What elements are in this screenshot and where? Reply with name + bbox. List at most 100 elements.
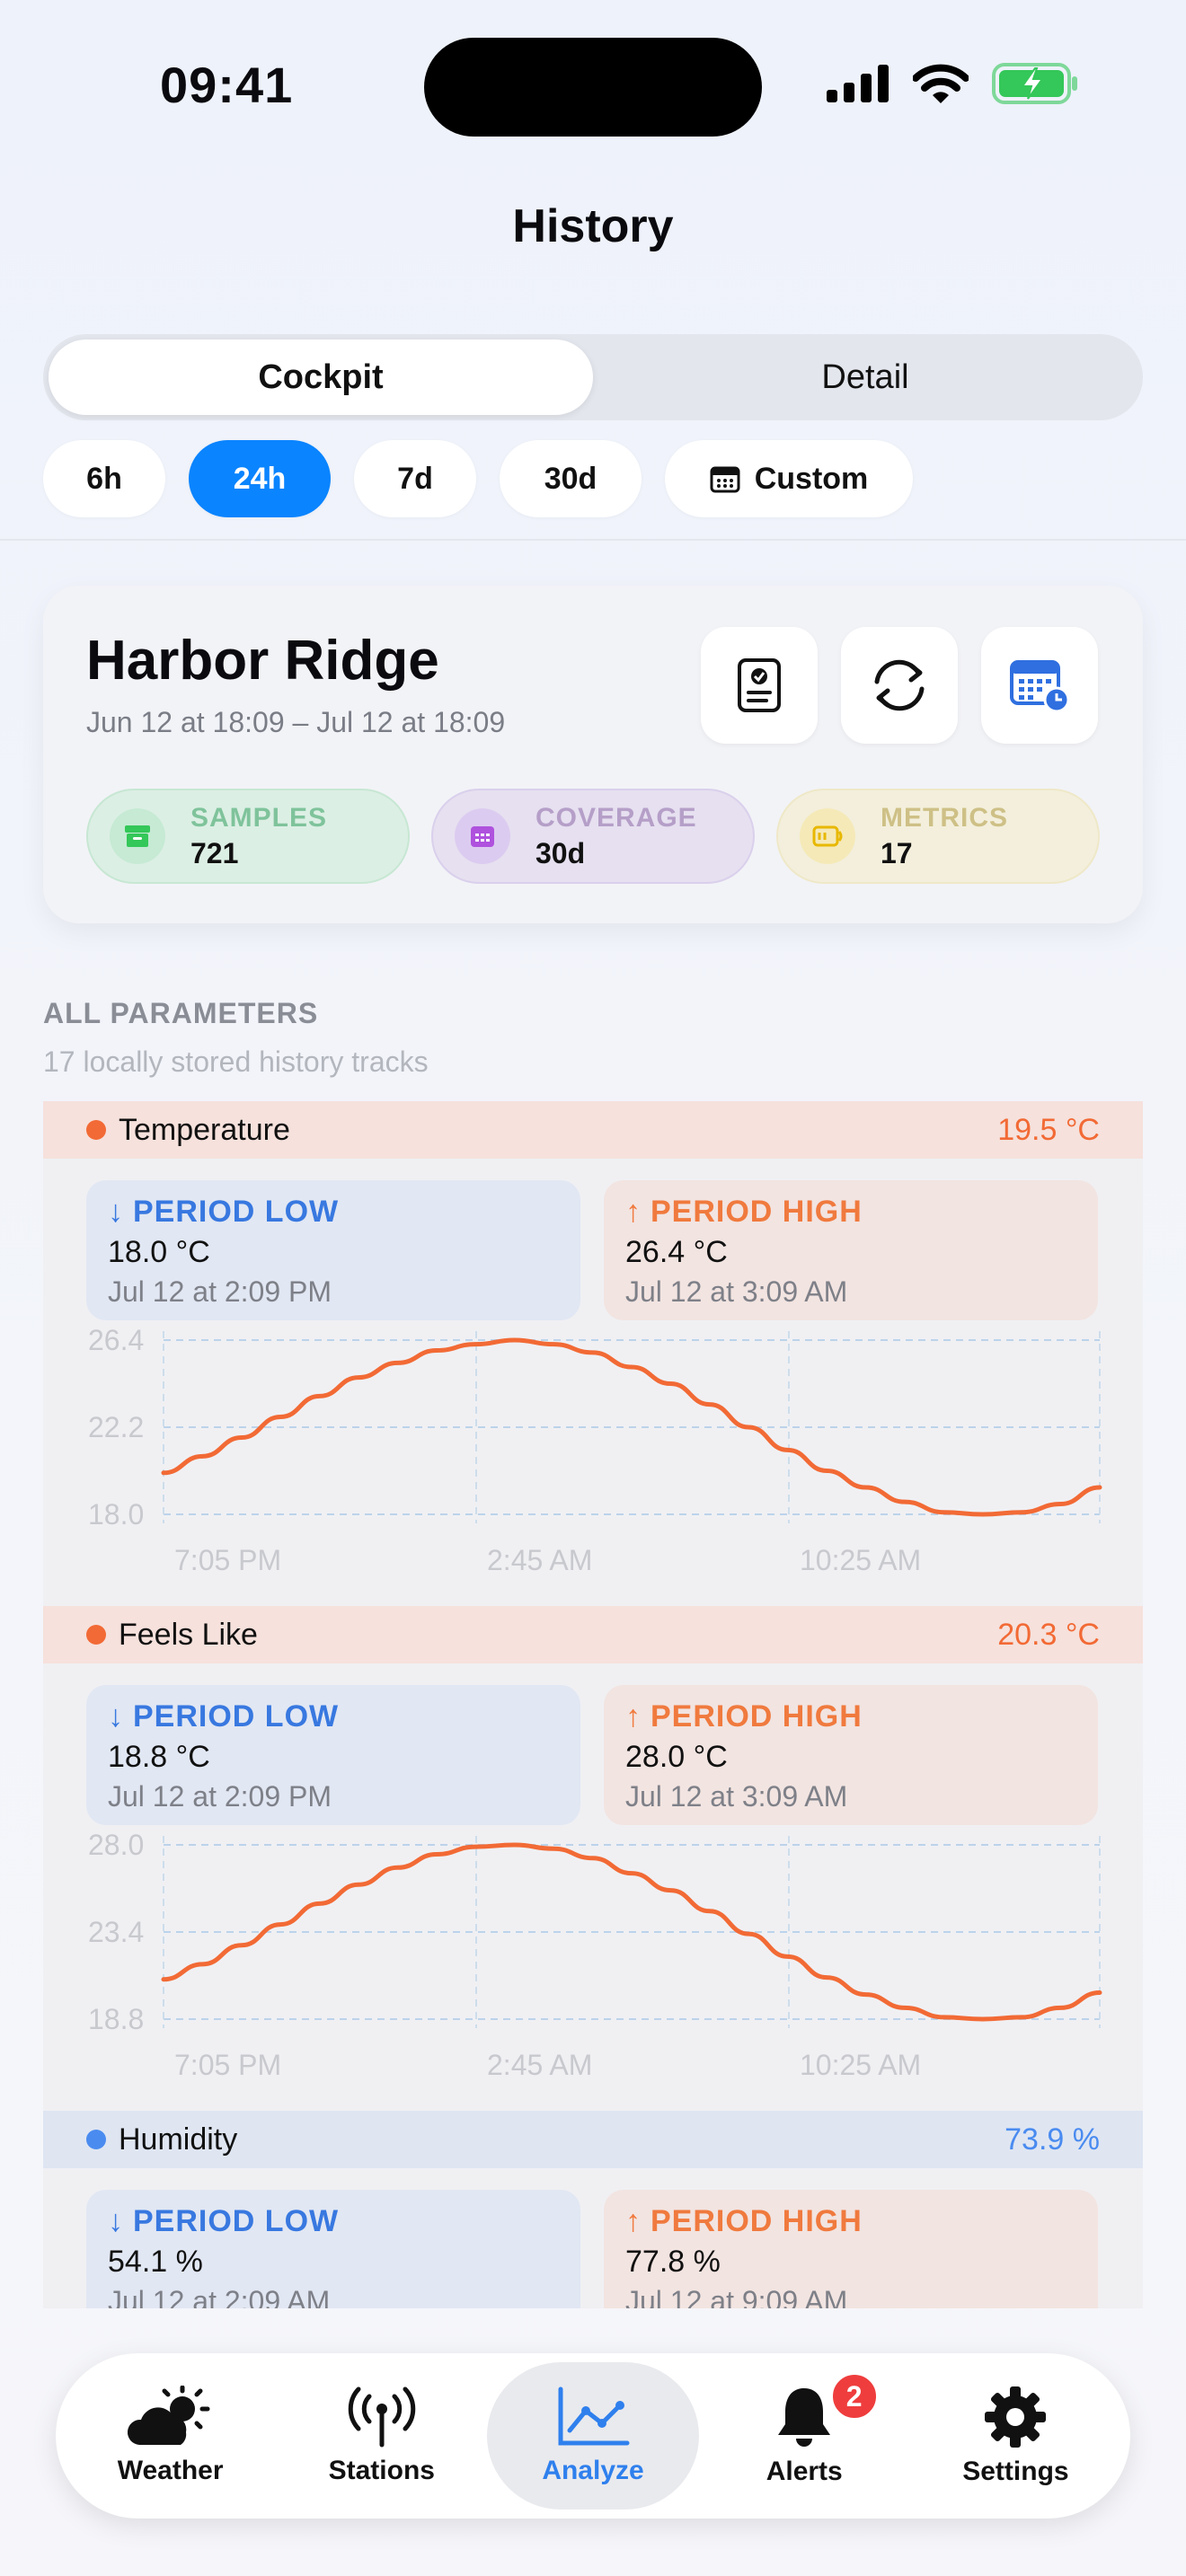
period-low-card: ↓ PERIOD LOW 18.8 °C Jul 12 at 2:09 PM [86, 1685, 580, 1825]
period-low-value: 54.1 % [108, 2245, 203, 2279]
wifi-icon [913, 64, 969, 103]
parameter-card-feels-like[interactable]: Feels Like 20.3 °C ↓ PERIOD LOW 18.8 °C J… [43, 1606, 1143, 2111]
battery-charging-icon [992, 63, 1077, 104]
range-6h-chip[interactable]: 6h [43, 440, 165, 517]
dynamic-island [424, 38, 762, 137]
tab-bar: Weather Stations Analyze 2 Alerts Settin… [56, 2353, 1130, 2519]
calendar-icon [710, 464, 740, 493]
period-high-value: 28.0 °C [625, 1740, 728, 1774]
current-value: 20.3 °C [997, 1617, 1100, 1652]
tab-label: Stations [328, 2456, 435, 2485]
metrics-stat: METRICS 17 [776, 789, 1100, 884]
refresh-button[interactable] [841, 627, 958, 744]
parameter-name: Temperature [119, 1112, 290, 1147]
arrow-down-icon: ↓ [108, 2204, 124, 2238]
arrow-down-icon: ↓ [108, 1699, 124, 1734]
parameter-list[interactable]: Temperature 19.5 °C ↓ PERIOD LOW 18.0 °C … [43, 1101, 1143, 2308]
gauge-icon [800, 808, 855, 864]
coverage-label: COVERAGE [535, 802, 697, 833]
period-low-title: PERIOD LOW [133, 1195, 340, 1229]
section-title: ALL PARAMETERS [43, 997, 319, 1029]
arrow-up-icon: ↑ [625, 1699, 642, 1734]
parameter-header: Temperature 19.5 °C [43, 1101, 1143, 1159]
period-high-value: 26.4 °C [625, 1235, 728, 1269]
period-high-value: 77.8 % [625, 2245, 721, 2279]
x-tick-label: 2:45 AM [487, 2049, 592, 2081]
divider [0, 539, 1186, 541]
tab-stations[interactable]: Stations [276, 2362, 487, 2510]
period-high-time: Jul 12 at 9:09 AM [625, 2285, 848, 2308]
parameter-name: Feels Like [119, 1617, 258, 1652]
view-mode-segmented-control: Cockpit Detail [43, 334, 1143, 420]
calendar-icon [455, 808, 510, 864]
tab-label: Settings [962, 2457, 1069, 2486]
bell-icon [778, 2388, 831, 2447]
metrics-value: 17 [881, 836, 913, 869]
period-low-time: Jul 12 at 2:09 AM [108, 2285, 331, 2308]
y-tick-label: 23.4 [88, 1916, 144, 1948]
period-high-card: ↑ PERIOD HIGH 26.4 °C Jul 12 at 3:09 AM [604, 1180, 1098, 1320]
period-low-value: 18.0 °C [108, 1235, 210, 1269]
current-value: 19.5 °C [997, 1112, 1100, 1147]
period-low-card: ↓ PERIOD LOW 54.1 % Jul 12 at 2:09 AM [86, 2190, 580, 2308]
tab-label: Weather [117, 2456, 224, 2485]
tab-label: Alerts [766, 2457, 843, 2486]
tab-label: Analyze [542, 2456, 644, 2485]
range-30d-chip[interactable]: 30d [500, 440, 642, 517]
cellular-signal-icon [827, 65, 889, 102]
feels-like-chart: 28.0 23.4 18.8 7:05 PM 2:45 AM 10:25 AM [88, 1831, 1102, 2081]
period-high-card: ↑ PERIOD HIGH 77.8 % Jul 12 at 9:09 AM [604, 2190, 1098, 2308]
parameter-card-humidity[interactable]: Humidity 73.9 % ↓ PERIOD LOW 54.1 % Jul 1… [43, 2111, 1143, 2308]
x-tick-label: 10:25 AM [800, 2049, 921, 2081]
samples-value: 721 [190, 836, 239, 869]
range-24h-chip[interactable]: 24h [189, 440, 331, 517]
period-high-time: Jul 12 at 3:09 AM [625, 1275, 848, 1308]
page-title: History [512, 200, 674, 252]
period-low-time: Jul 12 at 2:09 PM [108, 1780, 332, 1813]
tab-cockpit[interactable]: Cockpit [49, 340, 593, 415]
period-high-title: PERIOD HIGH [651, 1195, 863, 1229]
x-tick-label: 2:45 AM [487, 1544, 592, 1576]
section-subtitle: 17 locally stored history tracks [43, 1045, 429, 1078]
period-low-value: 18.8 °C [108, 1740, 210, 1774]
tab-weather[interactable]: Weather [65, 2362, 276, 2510]
status-time: 09:41 [160, 57, 294, 113]
cloud-sun-icon [127, 2386, 210, 2445]
station-summary-card: Harbor Ridge Jun 12 at 18:09 – Jul 12 at… [43, 586, 1143, 923]
arrow-down-icon: ↓ [108, 1195, 124, 1229]
parameter-card-temperature[interactable]: Temperature 19.5 °C ↓ PERIOD LOW 18.0 °C … [43, 1101, 1143, 1606]
period-low-card: ↓ PERIOD LOW 18.0 °C Jul 12 at 2:09 PM [86, 1180, 580, 1320]
parameter-name: Humidity [119, 2122, 238, 2157]
status-icons [827, 63, 1078, 104]
period-low-time: Jul 12 at 2:09 PM [108, 1275, 332, 1308]
calendar-clock-icon [1010, 660, 1070, 713]
period-low-title: PERIOD LOW [133, 2204, 340, 2238]
date-range-label: Jun 12 at 18:09 – Jul 12 at 18:09 [86, 706, 506, 738]
tab-alerts[interactable]: 2 Alerts [699, 2362, 910, 2510]
series-dot [86, 1625, 106, 1645]
gear-icon [985, 2386, 1047, 2448]
refresh-icon [874, 659, 925, 711]
parameter-header: Feels Like 20.3 °C [43, 1606, 1143, 1663]
samples-stat: SAMPLES 721 [86, 789, 410, 884]
period-low-title: PERIOD LOW [133, 1699, 340, 1734]
tab-detail[interactable]: Detail [593, 340, 1137, 415]
y-tick-label: 28.0 [88, 1831, 144, 1861]
x-tick-label: 7:05 PM [174, 2049, 281, 2081]
parameter-header: Humidity 73.9 % [43, 2111, 1143, 2168]
metrics-label: METRICS [881, 802, 1008, 833]
coverage-value: 30d [535, 836, 586, 869]
series-dot [86, 1120, 106, 1140]
station-name: Harbor Ridge [86, 630, 439, 692]
schedule-button[interactable] [981, 627, 1098, 744]
y-tick-label: 18.0 [88, 1498, 144, 1531]
report-button[interactable] [701, 627, 818, 744]
coverage-stat: COVERAGE 30d [431, 789, 755, 884]
tab-settings[interactable]: Settings [910, 2362, 1121, 2510]
report-icon [738, 658, 781, 712]
range-custom-chip[interactable]: Custom [665, 440, 913, 517]
period-high-title: PERIOD HIGH [651, 1699, 863, 1734]
x-tick-label: 7:05 PM [174, 1544, 281, 1576]
range-7d-chip[interactable]: 7d [354, 440, 476, 517]
tab-analyze[interactable]: Analyze [487, 2362, 699, 2510]
